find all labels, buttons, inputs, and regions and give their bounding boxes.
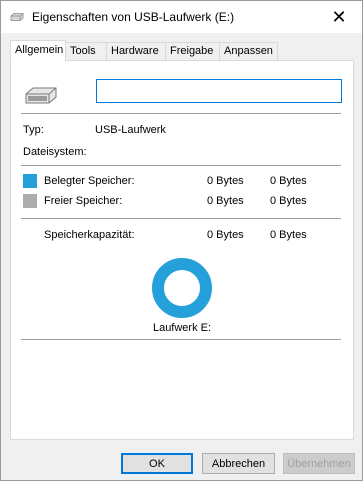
divider — [21, 218, 341, 219]
used-space-label: Belegter Speicher: — [44, 175, 135, 187]
drive-name-input[interactable] — [96, 79, 342, 103]
divider — [21, 113, 341, 114]
capacity-bytes: 0 Bytes — [207, 229, 244, 241]
usb-drive-icon — [25, 87, 57, 104]
tab-label: Anpassen — [224, 45, 273, 57]
capacity-short: 0 Bytes — [270, 229, 307, 241]
close-button[interactable]: ✕ — [316, 1, 362, 33]
title-bar: Eigenschaften von USB-Laufwerk (E:) ✕ — [1, 1, 362, 33]
capacity-label: Speicherkapazität: — [44, 229, 135, 241]
free-space-label: Freier Speicher: — [44, 195, 123, 207]
free-space-swatch — [23, 194, 37, 208]
drive-letter-label: Laufwerk E: — [152, 322, 212, 334]
cancel-button[interactable]: Abbrechen — [202, 453, 275, 474]
filesystem-label: Dateisystem: — [23, 146, 87, 158]
usb-drive-icon — [10, 13, 24, 21]
free-space-short: 0 Bytes — [270, 195, 307, 207]
close-icon: ✕ — [331, 6, 347, 27]
ok-button[interactable]: OK — [121, 453, 193, 474]
divider — [21, 165, 341, 166]
tab-label: Allgemein — [15, 44, 64, 56]
tab-tools[interactable]: Tools — [65, 42, 107, 60]
used-space-short: 0 Bytes — [270, 175, 307, 187]
tab-allgemein[interactable]: Allgemein — [10, 40, 66, 62]
free-space-bytes: 0 Bytes — [207, 195, 244, 207]
used-space-bytes: 0 Bytes — [207, 175, 244, 187]
usage-donut-chart — [152, 258, 212, 318]
tab-freigabe[interactable]: Freigabe — [165, 42, 220, 60]
tab-hardware[interactable]: Hardware — [106, 42, 166, 60]
divider — [21, 339, 341, 340]
apply-button: Übernehmen — [283, 453, 355, 474]
tab-label: Tools — [70, 45, 96, 57]
tab-anpassen[interactable]: Anpassen — [219, 42, 278, 60]
general-tab-panel: Typ: USB-Laufwerk Dateisystem: Belegter … — [10, 60, 354, 440]
type-value: USB-Laufwerk — [95, 124, 166, 136]
properties-dialog: Eigenschaften von USB-Laufwerk (E:) ✕ Al… — [0, 0, 363, 481]
used-space-swatch — [23, 174, 37, 188]
window-title: Eigenschaften von USB-Laufwerk (E:) — [32, 10, 235, 24]
tab-label: Freigabe — [170, 45, 214, 57]
type-label: Typ: — [23, 124, 44, 136]
tab-label: Hardware — [111, 45, 159, 57]
